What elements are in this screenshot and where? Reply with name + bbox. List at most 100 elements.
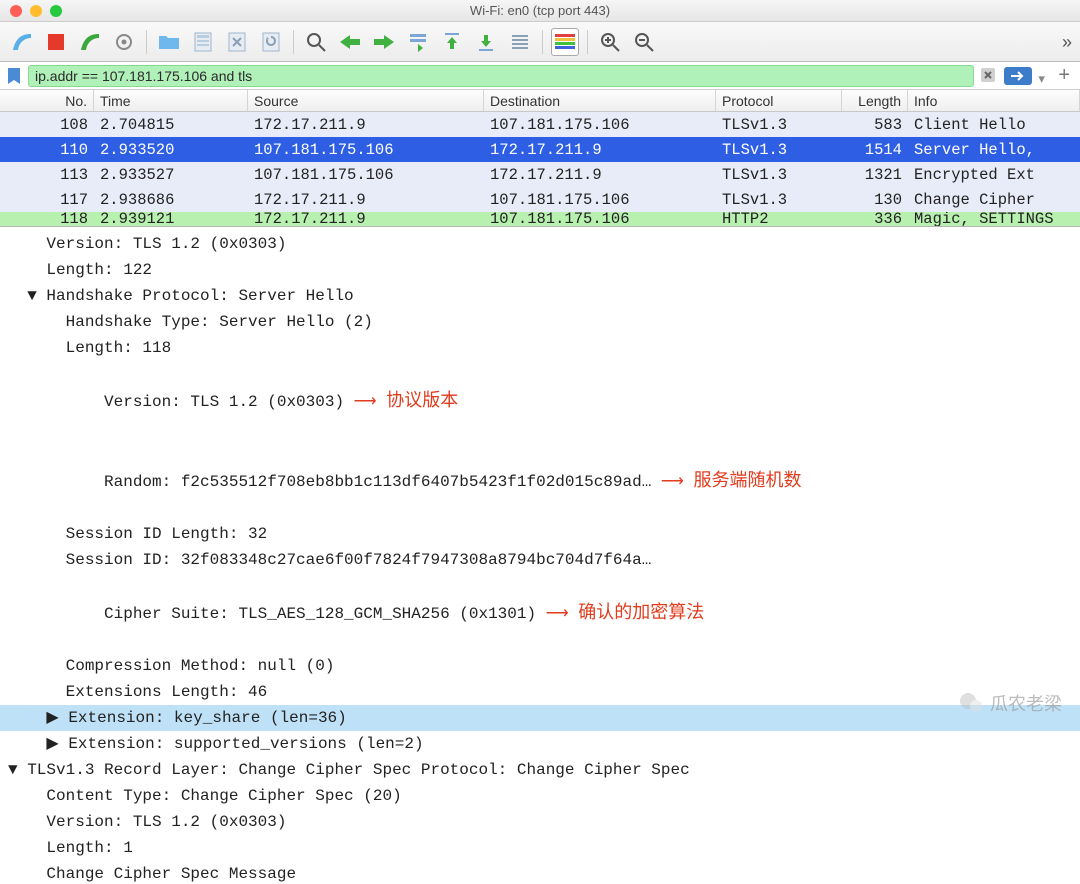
filter-history-dropdown[interactable]: ▾	[1038, 71, 1048, 81]
column-header-time[interactable]: Time	[94, 90, 248, 111]
packet-row[interactable]: 1132.933527107.181.175.106172.17.211.9TL…	[0, 162, 1080, 187]
detail-line-expandable[interactable]: ▶ Extension: supported_versions (len=2)	[0, 731, 1080, 757]
reload-file-button[interactable]	[257, 28, 285, 56]
detail-line[interactable]: Length: 1	[0, 835, 1080, 861]
detail-value: Random: f2c535512f708eb8bb1c113df6407b54…	[46, 473, 651, 491]
detail-line-expandable[interactable]: ▼ TLSv1.3 Record Layer: Change Cipher Sp…	[0, 757, 1080, 783]
detail-line[interactable]: Version: TLS 1.2 (0x0303)	[0, 809, 1080, 835]
packet-cell-time: 2.938686	[94, 191, 248, 209]
column-header-source[interactable]: Source	[248, 90, 484, 111]
packet-cell-dst: 172.17.211.9	[484, 141, 716, 159]
detail-value: Version: TLS 1.2 (0x0303)	[46, 393, 344, 411]
packet-cell-time: 2.704815	[94, 116, 248, 134]
packet-row[interactable]: 1082.704815172.17.211.9107.181.175.106TL…	[0, 112, 1080, 137]
packet-cell-info: Magic, SETTINGS	[908, 212, 1080, 226]
detail-line[interactable]: Session ID Length: 32	[0, 521, 1080, 547]
packet-cell-dst: 107.181.175.106	[484, 212, 716, 226]
packet-cell-proto: TLSv1.3	[716, 191, 842, 209]
packet-cell-len: 1321	[842, 166, 908, 184]
detail-line[interactable]: Session ID: 32f083348c27cae6f00f7824f794…	[0, 547, 1080, 573]
annotation-arrow-icon: ⟶	[536, 605, 578, 623]
packet-cell-time: 2.939121	[94, 212, 248, 226]
capture-options-button[interactable]	[110, 28, 138, 56]
packet-row[interactable]: 1182.939121172.17.211.9107.181.175.106HT…	[0, 212, 1080, 226]
go-to-packet-button[interactable]	[404, 28, 432, 56]
detail-line[interactable]: Version: TLS 1.2 (0x0303) ⟶ 协议版本	[0, 361, 1080, 441]
packet-cell-time: 2.933520	[94, 141, 248, 159]
packet-cell-no: 110	[0, 141, 94, 159]
packet-cell-dst: 107.181.175.106	[484, 116, 716, 134]
toolbar-separator	[146, 30, 147, 54]
zoom-in-button[interactable]	[596, 28, 624, 56]
detail-line[interactable]: Length: 118	[0, 335, 1080, 361]
colorize-button[interactable]	[551, 28, 579, 56]
display-filter-bar: ▾ +	[0, 62, 1080, 90]
window-title: Wi-Fi: en0 (tcp port 443)	[0, 3, 1080, 18]
auto-scroll-button[interactable]	[506, 28, 534, 56]
detail-line[interactable]: Content Type: Change Cipher Spec (20)	[0, 783, 1080, 809]
stop-capture-button[interactable]	[42, 28, 70, 56]
detail-line[interactable]: Cipher Suite: TLS_AES_128_GCM_SHA256 (0x…	[0, 573, 1080, 653]
packet-cell-len: 130	[842, 191, 908, 209]
packet-details-pane[interactable]: Version: TLS 1.2 (0x0303) Length: 122 ▼ …	[0, 226, 1080, 884]
packet-row[interactable]: 1172.938686172.17.211.9107.181.175.106TL…	[0, 187, 1080, 212]
packet-cell-no: 117	[0, 191, 94, 209]
packet-cell-src: 172.17.211.9	[248, 116, 484, 134]
add-filter-button[interactable]: +	[1054, 64, 1074, 87]
apply-filter-button[interactable]	[1004, 67, 1032, 85]
detail-line[interactable]: Extensions Length: 46	[0, 679, 1080, 705]
zoom-out-button[interactable]	[630, 28, 658, 56]
packet-cell-info: Server Hello,	[908, 141, 1080, 159]
wechat-icon	[958, 690, 984, 716]
open-file-button[interactable]	[155, 28, 183, 56]
detail-line-selected[interactable]: ▶ Extension: key_share (len=36)	[0, 705, 1080, 731]
save-file-button[interactable]	[189, 28, 217, 56]
clear-filter-button[interactable]	[980, 67, 998, 85]
bookmark-filter-icon[interactable]	[6, 68, 22, 84]
find-packet-button[interactable]	[302, 28, 330, 56]
packet-cell-proto: HTTP2	[716, 212, 842, 226]
column-header-protocol[interactable]: Protocol	[716, 90, 842, 111]
display-filter-input[interactable]	[28, 65, 974, 87]
packet-cell-no: 118	[0, 212, 94, 226]
detail-line[interactable]: Length: 122	[0, 257, 1080, 283]
packet-cell-proto: TLSv1.3	[716, 141, 842, 159]
detail-line[interactable]: Handshake Type: Server Hello (2)	[0, 309, 1080, 335]
annotation-text: 协议版本	[386, 390, 458, 410]
go-forward-button[interactable]	[370, 28, 398, 56]
packet-cell-len: 583	[842, 116, 908, 134]
annotation-text: 确认的加密算法	[578, 602, 704, 622]
packet-cell-info: Change Cipher	[908, 191, 1080, 209]
go-first-packet-button[interactable]	[438, 28, 466, 56]
column-header-info[interactable]: Info	[908, 90, 1080, 111]
detail-line[interactable]: Random: f2c535512f708eb8bb1c113df6407b54…	[0, 441, 1080, 521]
packet-cell-src: 107.181.175.106	[248, 141, 484, 159]
column-header-no[interactable]: No.	[0, 90, 94, 111]
column-header-dest[interactable]: Destination	[484, 90, 716, 111]
close-file-button[interactable]	[223, 28, 251, 56]
toolbar-overflow-icon[interactable]: »	[1062, 32, 1072, 53]
packet-row[interactable]: 1102.933520107.181.175.106172.17.211.9TL…	[0, 137, 1080, 162]
packet-list[interactable]: 1082.704815172.17.211.9107.181.175.106TL…	[0, 112, 1080, 226]
detail-line-expandable[interactable]: ▼ Handshake Protocol: Server Hello	[0, 283, 1080, 309]
packet-cell-time: 2.933527	[94, 166, 248, 184]
detail-line[interactable]: Version: TLS 1.2 (0x0303)	[0, 231, 1080, 257]
detail-value: Cipher Suite: TLS_AES_128_GCM_SHA256 (0x…	[46, 605, 536, 623]
go-last-packet-button[interactable]	[472, 28, 500, 56]
titlebar: Wi-Fi: en0 (tcp port 443)	[0, 0, 1080, 22]
packet-cell-dst: 172.17.211.9	[484, 166, 716, 184]
go-back-button[interactable]	[336, 28, 364, 56]
packet-cell-src: 107.181.175.106	[248, 166, 484, 184]
packet-cell-src: 172.17.211.9	[248, 191, 484, 209]
packet-cell-dst: 107.181.175.106	[484, 191, 716, 209]
watermark: 瓜农老梁	[958, 690, 1062, 716]
shark-fin-icon[interactable]	[8, 28, 36, 56]
detail-line[interactable]: Compression Method: null (0)	[0, 653, 1080, 679]
column-header-length[interactable]: Length	[842, 90, 908, 111]
detail-line[interactable]: Change Cipher Spec Message	[0, 861, 1080, 884]
restart-capture-button[interactable]	[76, 28, 104, 56]
packet-cell-proto: TLSv1.3	[716, 166, 842, 184]
packet-cell-len: 1514	[842, 141, 908, 159]
packet-cell-no: 108	[0, 116, 94, 134]
watermark-text: 瓜农老梁	[990, 690, 1062, 716]
